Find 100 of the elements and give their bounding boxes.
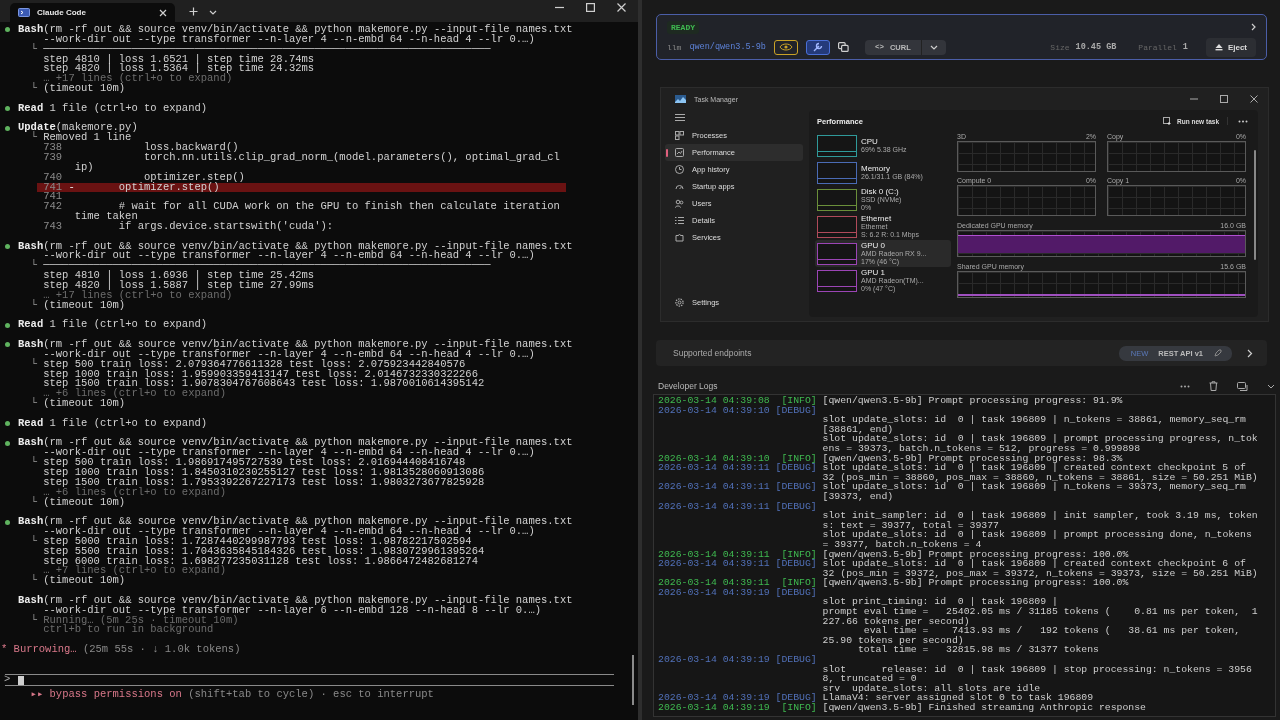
log-message: [qwen/qwen3.5-9b] Prompt processing progress: 100.0% — [822, 549, 1129, 560]
close-icon[interactable] — [617, 3, 626, 12]
bullet-icon — [5, 342, 10, 348]
output-line: (timeout 10m) — [43, 497, 126, 508]
device-name: GPU 0 — [861, 242, 886, 250]
maximize-icon[interactable] — [586, 3, 595, 12]
log-message: prompt eval time = 25402.05 ms / 31185 tokens ( 0.81 ms per token, 1 — [822, 607, 1258, 617]
status-badge: READY — [667, 20, 699, 34]
log-timestamp: 2026-03-14 04:39:11 — [658, 463, 770, 473]
model-name[interactable]: qwen/qwen3.5-9b — [689, 42, 766, 52]
close-icon[interactable] — [159, 8, 167, 17]
size-value: 10.45 GB — [1075, 42, 1117, 52]
bullet-icon — [5, 125, 10, 131]
line-number: 739 — [42, 152, 63, 163]
log-message: LlamaV4: server assigned slot 0 to task 196809 — [822, 693, 1094, 703]
status-text: Burrowing… — [13, 645, 77, 655]
tree-connector: └ — [30, 458, 38, 468]
line-number: 743 — [42, 221, 63, 232]
wrench-icon[interactable] — [805, 39, 830, 55]
log-message: slot update_slots: id 0 | task 196809 | prompt processing progress, n_tok — [822, 434, 1258, 444]
code-line: optimizer.step() — [117, 182, 220, 193]
status-detail: (25m 55s · ↓ 1.0k tokens) — [82, 645, 241, 655]
output-line: (timeout 10m) — [43, 399, 126, 409]
output-line: step 1500 train loss: 1.7953392267227173 test loss: 1.9803273677825928 — [43, 477, 485, 488]
log-level: [INFO] — [780, 396, 817, 406]
code-line: ip) — [74, 162, 94, 173]
tool-call-text: --work-dir out --type transformer --n-layer 4 --n-embd 64 --n-head 4 --lr 0.…) — [43, 251, 535, 262]
output-line: step 500 train loss: 2.079364776611328 test loss: 2.075923442840576 — [43, 359, 466, 370]
log-message: [qwen/qwen3.5-9b] Prompt processing progress: 91.9% — [822, 396, 1123, 406]
tool-call-text: --work-dir out --type transformer --n-layer 6 --n-embd 128 --n-head 8 --lr 0.…) — [43, 605, 541, 616]
tree-connector: └ — [30, 399, 38, 409]
chart-icon — [675, 148, 684, 157]
line-number: 740 — [42, 172, 63, 183]
trash-icon[interactable] — [1209, 381, 1218, 391]
plus-icon[interactable] — [189, 7, 198, 16]
log-level: [DEBUG] — [774, 693, 817, 703]
log-level: [DEBUG] — [774, 655, 817, 665]
code-line: optimizer.step() — [144, 172, 245, 183]
bullet-icon — [5, 322, 10, 328]
speedometer-icon — [675, 182, 684, 191]
line-number: 738 — [42, 143, 63, 153]
tree-connector: └ — [30, 84, 38, 94]
log-level: [INFO] — [781, 453, 817, 464]
tab-title: Claude Code — [37, 8, 87, 17]
hint-text: ctrl+b to run in background — [43, 625, 214, 636]
chevron-right-icon[interactable] — [1247, 348, 1253, 358]
log-message: slot print_timing: id 0 | task 196809 | — [822, 597, 1058, 608]
log-level: [INFO] — [781, 549, 817, 560]
log-timestamp: 2026-03-14 04:39:11 — [658, 549, 770, 560]
text-cursor — [18, 675, 25, 685]
more-icon[interactable] — [1180, 384, 1190, 388]
log-level: [DEBUG] — [774, 559, 817, 569]
chevron-right-icon[interactable] — [1251, 23, 1256, 31]
caret-icon[interactable] — [929, 44, 938, 50]
code-line: # wait for all CUDA work on the GPU to finish then calculate iteration — [118, 202, 560, 213]
chevron-down-icon[interactable] — [1267, 383, 1275, 389]
tree-connector: └ — [30, 497, 38, 508]
size-label: Size — [1050, 42, 1070, 52]
close-icon[interactable] — [1250, 95, 1258, 103]
log-message: srv update_slots: all slots are idle — [822, 683, 1041, 694]
tree-connector: └ — [30, 133, 37, 144]
output-line: (timeout 10m) — [43, 576, 126, 587]
code-line: loss.backward() — [143, 143, 239, 153]
menu-icon[interactable] — [675, 114, 685, 121]
log-message: [38861, end) — [822, 424, 894, 435]
tree-connector: └ — [30, 536, 38, 547]
scrollbar[interactable] — [632, 655, 634, 705]
window-plus-icon — [1163, 117, 1173, 125]
output-line: ─────────────────────────────────────────────────────────────────────── — [43, 44, 491, 55]
more-icon[interactable] — [1238, 119, 1248, 123]
prompt-symbol: > — [4, 675, 11, 685]
copy-icon[interactable] — [837, 42, 849, 52]
log-message: [qwen/qwen3.5-9b] Prompt processing progress: 100.0% — [822, 578, 1129, 588]
tree-connector: └ — [30, 576, 38, 587]
log-message: 227.66 tokens per second) — [822, 616, 970, 627]
minus-sign: - — [67, 182, 75, 193]
scrollbar[interactable] — [1254, 150, 1256, 260]
log-timestamp: 2026-03-14 04:39:10 — [658, 405, 770, 416]
log-timestamp: 2026-03-14 04:39:11 — [658, 559, 770, 569]
output-line: step 4810 | loss 1.6936 | step time 25.42ms — [43, 271, 315, 281]
bullet-icon — [5, 519, 10, 525]
log-message: [39373, end) — [822, 491, 894, 502]
log-message: slot release: id 0 | task 196809 | stop processing: n_tokens = 3956 — [822, 664, 1252, 675]
line-number: 741 — [42, 192, 63, 203]
log-timestamp: 2026-03-14 04:39:11 — [658, 482, 770, 492]
tool-call-text: --work-dir out --type transformer --n-layer 4 --n-embd 64 --n-head 4 --lr 0.…) — [43, 34, 535, 45]
output-line: (timeout 10m) — [43, 300, 126, 311]
eject-button[interactable]: Eject — [1205, 37, 1256, 57]
chevron-down-icon[interactable] — [209, 10, 217, 15]
log-message: 25.90 tokens per second) — [822, 635, 964, 646]
copy-icon[interactable] — [1237, 381, 1248, 391]
log-level: [INFO] — [780, 703, 817, 713]
log-level: [DEBUG] — [774, 463, 817, 473]
log-timestamp: 2026-03-14 04:39:19 — [658, 693, 770, 703]
tool-call-text: --work-dir out --type transformer --n-layer 4 --n-embd 64 --n-head 4 --lr 0.…) — [43, 349, 535, 360]
terminal-tab[interactable]: Claude Code — [10, 3, 175, 22]
eye-icon[interactable] — [773, 39, 798, 55]
model-type: llm — [667, 42, 682, 52]
puzzle-icon — [675, 233, 684, 242]
maximize-icon[interactable] — [1220, 95, 1228, 103]
